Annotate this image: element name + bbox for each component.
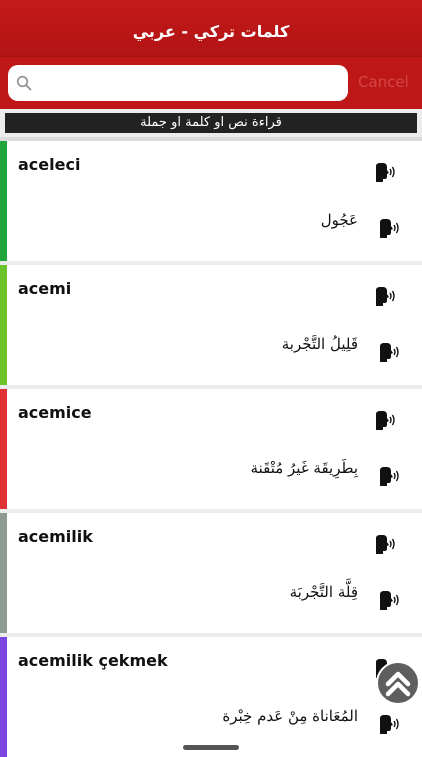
- speak-word-icon[interactable]: [374, 163, 398, 183]
- search-icon: [16, 75, 32, 91]
- entry-translation: قَلِيلُ التَّجْربة: [281, 335, 358, 353]
- speak-translation-icon[interactable]: [378, 219, 402, 239]
- speak-word-icon[interactable]: [374, 535, 398, 555]
- entry-word: acemi: [18, 279, 72, 298]
- entry-accent-bar: [0, 389, 7, 509]
- entry-translation: عَجُول: [320, 211, 358, 229]
- entry-card[interactable]: acemice بِطَرِيقَة غَيرُ مُتْقَنة: [0, 389, 422, 509]
- entry-word: acemilik: [18, 527, 93, 546]
- cancel-button[interactable]: Cancel: [358, 73, 422, 91]
- entry-translation: قِلَّة التَّجْربَة: [289, 583, 358, 601]
- entry-card[interactable]: acemi قَلِيلُ التَّجْربة: [0, 265, 422, 385]
- entry-card[interactable]: acemilik قِلَّة التَّجْربَة: [0, 513, 422, 633]
- entry-card[interactable]: acemilik çekmek المُعَاناة مِنْ عَدم خِب…: [0, 637, 422, 757]
- speak-word-icon[interactable]: [374, 287, 398, 307]
- speak-translation-icon[interactable]: [378, 467, 402, 487]
- entry-accent-bar: [0, 637, 7, 757]
- home-indicator: [183, 745, 239, 750]
- entry-accent-bar: [0, 141, 7, 261]
- entry-word: aceleci: [18, 155, 81, 174]
- title-bar: كلمات تركي - عربي: [0, 0, 422, 56]
- speak-translation-icon[interactable]: [378, 591, 402, 611]
- entry-translation: المُعَاناة مِنْ عَدم خِبْرة: [222, 707, 358, 725]
- entry-accent-bar: [0, 513, 7, 633]
- search-field[interactable]: [8, 65, 348, 101]
- entry-translation: بِطَرِيقَة غَيرُ مُتْقَنة: [250, 459, 358, 477]
- entry-card[interactable]: aceleci عَجُول: [0, 141, 422, 261]
- speak-translation-icon[interactable]: [378, 715, 402, 735]
- search-bar: Cancel: [0, 56, 422, 109]
- speak-word-icon[interactable]: [374, 411, 398, 431]
- entry-word: acemice: [18, 403, 92, 422]
- double-chevron-up-icon: [385, 671, 411, 697]
- entry-word: acemilik çekmek: [18, 651, 168, 670]
- search-input[interactable]: [40, 71, 344, 97]
- scroll-to-top-button[interactable]: [376, 661, 420, 705]
- page-title: كلمات تركي - عربي: [132, 22, 290, 41]
- speak-translation-icon[interactable]: [378, 343, 402, 363]
- entry-accent-bar: [0, 265, 7, 385]
- read-hint-banner[interactable]: قراءة نص او كلمة او جملة: [5, 113, 417, 133]
